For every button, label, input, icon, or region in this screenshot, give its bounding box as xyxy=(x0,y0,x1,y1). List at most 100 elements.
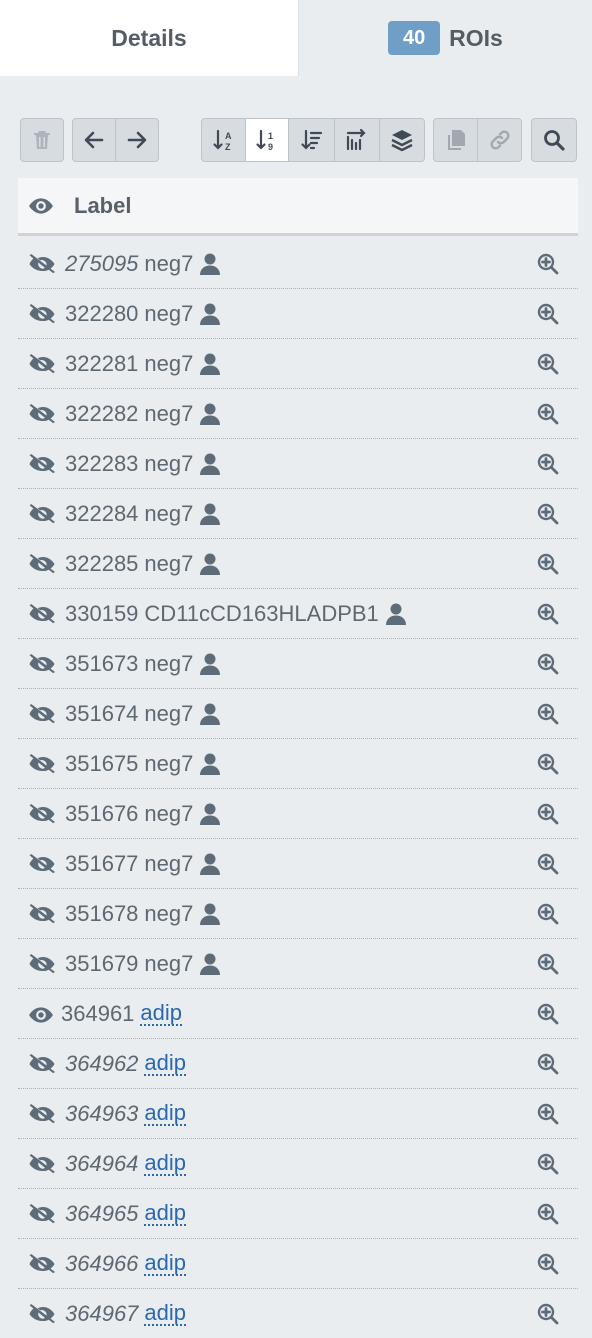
sort-custom-button[interactable] xyxy=(334,118,380,162)
roi-row[interactable]: 351675 neg7 xyxy=(18,739,578,789)
roi-row[interactable]: 364967 adip xyxy=(18,1289,578,1338)
svg-text:9: 9 xyxy=(268,142,273,152)
roi-row[interactable]: 351674 neg7 xyxy=(18,689,578,739)
eye-slash-icon[interactable] xyxy=(28,752,58,776)
user-icon xyxy=(199,352,221,376)
zoom-in-icon[interactable] xyxy=(536,402,560,426)
eye-slash-icon[interactable] xyxy=(28,352,58,376)
eye-slash-icon[interactable] xyxy=(28,252,58,276)
roi-category-link[interactable]: adip xyxy=(144,1152,187,1176)
zoom-in-icon[interactable] xyxy=(536,1302,560,1326)
zoom-in-icon[interactable] xyxy=(536,1202,560,1226)
eye-icon[interactable] xyxy=(28,1002,54,1026)
eye-slash-icon[interactable] xyxy=(28,802,58,826)
zoom-in-icon[interactable] xyxy=(536,502,560,526)
roi-row[interactable]: 322281 neg7 xyxy=(18,339,578,389)
roi-category: neg7 xyxy=(144,951,194,976)
roi-row[interactable]: 322284 neg7 xyxy=(18,489,578,539)
zoom-in-icon[interactable] xyxy=(536,352,560,376)
roi-row[interactable]: 364965 adip xyxy=(18,1189,578,1239)
sort-alpha-button[interactable]: AZ xyxy=(201,118,246,162)
delete-button[interactable] xyxy=(20,118,64,162)
roi-row[interactable]: 322280 neg7 xyxy=(18,289,578,339)
eye-slash-icon[interactable] xyxy=(28,1052,58,1076)
eye-slash-icon[interactable] xyxy=(28,502,58,526)
zoom-in-icon[interactable] xyxy=(536,252,560,276)
eye-slash-icon[interactable] xyxy=(28,652,58,676)
roi-row[interactable]: 322285 neg7 xyxy=(18,539,578,589)
roi-category-link[interactable]: adip xyxy=(144,1102,187,1126)
zoom-in-icon[interactable] xyxy=(536,1002,560,1026)
roi-row[interactable]: 322282 neg7 xyxy=(18,389,578,439)
eye-slash-icon[interactable] xyxy=(28,602,58,626)
copy-button[interactable] xyxy=(433,118,478,162)
roi-row[interactable]: 275095 neg7 xyxy=(18,239,578,289)
eye-slash-icon[interactable] xyxy=(28,552,58,576)
svg-text:A: A xyxy=(225,131,232,141)
eye-slash-icon[interactable] xyxy=(28,1102,58,1126)
zoom-in-icon[interactable] xyxy=(536,702,560,726)
previous-button[interactable] xyxy=(72,118,116,162)
zoom-in-icon[interactable] xyxy=(536,1052,560,1076)
zoom-in-icon[interactable] xyxy=(536,602,560,626)
roi-row[interactable]: 322283 neg7 xyxy=(18,439,578,489)
roi-category-link[interactable]: adip xyxy=(144,1052,187,1076)
zoom-in-icon[interactable] xyxy=(536,752,560,776)
zoom-in-icon[interactable] xyxy=(536,802,560,826)
roi-id: 351676 xyxy=(65,801,139,826)
roi-row[interactable]: 364964 adip xyxy=(18,1139,578,1189)
roi-category-link[interactable]: adip xyxy=(144,1252,187,1276)
tab-details[interactable]: Details xyxy=(0,0,298,76)
roi-category-link[interactable]: adip xyxy=(144,1202,187,1226)
eye-slash-icon[interactable] xyxy=(28,952,58,976)
roi-category: neg7 xyxy=(144,251,194,276)
roi-id: 322283 xyxy=(65,451,139,476)
zoom-in-icon[interactable] xyxy=(536,652,560,676)
eye-slash-icon[interactable] xyxy=(28,402,58,426)
zoom-in-icon[interactable] xyxy=(536,952,560,976)
roi-id: 351673 xyxy=(65,651,139,676)
zoom-in-icon[interactable] xyxy=(536,1102,560,1126)
roi-category-link[interactable]: adip xyxy=(140,1002,183,1026)
sort-numeric-button[interactable]: 19 xyxy=(245,118,289,162)
roi-row[interactable]: 364966 adip xyxy=(18,1239,578,1289)
zoom-in-icon[interactable] xyxy=(536,452,560,476)
label-column-header[interactable]: Label xyxy=(74,193,131,219)
roi-row[interactable]: 364962 adip xyxy=(18,1039,578,1089)
layers-button[interactable] xyxy=(379,118,425,162)
zoom-in-icon[interactable] xyxy=(536,1152,560,1176)
sort-amount-button[interactable] xyxy=(288,118,335,162)
roi-row[interactable]: 351679 neg7 xyxy=(18,939,578,989)
zoom-in-icon[interactable] xyxy=(536,902,560,926)
roi-label: 364963 adip xyxy=(65,1101,187,1127)
eye-slash-icon[interactable] xyxy=(28,702,58,726)
roi-row[interactable]: 351673 neg7 xyxy=(18,639,578,689)
roi-category: neg7 xyxy=(144,401,194,426)
eye-slash-icon[interactable] xyxy=(28,902,58,926)
roi-row[interactable]: 351678 neg7 xyxy=(18,889,578,939)
roi-row[interactable]: 351676 neg7 xyxy=(18,789,578,839)
roi-row[interactable]: 351677 neg7 xyxy=(18,839,578,889)
link-button[interactable] xyxy=(477,118,522,162)
tab-rois[interactable]: 40 ROIs xyxy=(298,0,592,76)
eye-slash-icon[interactable] xyxy=(28,1152,58,1176)
zoom-in-icon[interactable] xyxy=(536,552,560,576)
roi-row[interactable]: 364963 adip xyxy=(18,1089,578,1139)
roi-table-header: Label xyxy=(18,178,578,236)
zoom-in-icon[interactable] xyxy=(536,852,560,876)
sort-amount-desc-icon xyxy=(300,129,322,150)
eye-slash-icon[interactable] xyxy=(28,1302,58,1326)
roi-row[interactable]: 364961 adip xyxy=(18,989,578,1039)
eye-slash-icon[interactable] xyxy=(28,302,58,326)
zoom-in-icon[interactable] xyxy=(536,302,560,326)
eye-slash-icon[interactable] xyxy=(28,852,58,876)
roi-category-link[interactable]: adip xyxy=(144,1302,187,1326)
zoom-in-icon[interactable] xyxy=(536,1252,560,1276)
eye-slash-icon[interactable] xyxy=(28,452,58,476)
eye-slash-icon[interactable] xyxy=(28,1202,58,1226)
search-button[interactable] xyxy=(531,118,577,162)
next-button[interactable] xyxy=(115,118,159,162)
eye-icon[interactable] xyxy=(28,193,54,219)
eye-slash-icon[interactable] xyxy=(28,1252,58,1276)
roi-row[interactable]: 330159 CD11cCD163HLADPB1 xyxy=(18,589,578,639)
